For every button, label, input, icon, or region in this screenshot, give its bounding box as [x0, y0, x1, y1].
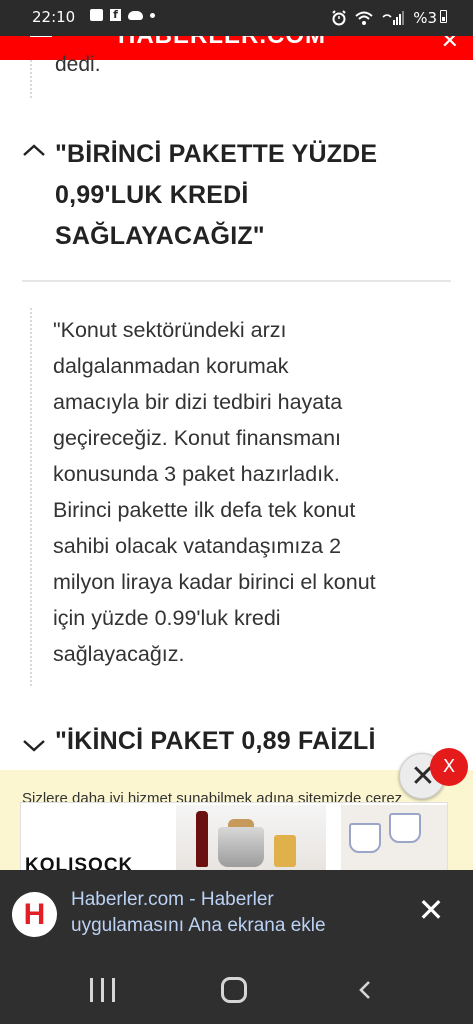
- gallery-icon: [90, 9, 103, 21]
- cloud-icon: [128, 10, 143, 20]
- ad-badge-icon: X: [442, 756, 456, 777]
- quote-bar-top: [30, 60, 32, 98]
- paragraph-line: sahibi olacak vatandaşımıza 2: [53, 534, 342, 558]
- bottle-shape: [196, 811, 208, 867]
- article-paragraph: "Konut sektöründeki arzı dalgalanmadan k…: [53, 312, 453, 672]
- app-banner-text[interactable]: Haberler.com - Haberler uygulamasını Ana…: [71, 887, 326, 939]
- site-logo[interactable]: HABERLER.COM: [118, 36, 326, 50]
- cup-shape: [349, 823, 381, 853]
- signal-icon: [382, 11, 405, 25]
- chevron-up-icon[interactable]: [22, 139, 46, 163]
- previous-paragraph-tail: dedi.: [55, 53, 101, 76]
- menu-icon[interactable]: [30, 36, 52, 37]
- paragraph-line: "Konut sektöründeki arzı: [53, 318, 287, 342]
- paragraph-line: sağlayacağız.: [53, 642, 185, 666]
- back-icon[interactable]: [355, 980, 375, 1000]
- paragraph-line: Birinci pakette ilk defa tek konut: [53, 498, 356, 522]
- paragraph-line: için yüzde 0.99'luk kredi: [53, 606, 281, 630]
- heading-line: 0,99'LUK KREDİ: [55, 181, 249, 209]
- app-banner-line-1: Haberler.com - Haberler: [71, 889, 274, 910]
- quote-bar: [30, 308, 32, 686]
- navigation-bar: [0, 956, 473, 1024]
- facebook-icon: f: [110, 9, 121, 21]
- heading-line: SAĞLAYACAĞIZ": [55, 222, 265, 250]
- app-install-banner[interactable]: H Haberler.com - Haberler uygulamasını A…: [0, 870, 473, 956]
- dot-icon: [150, 12, 155, 18]
- ad-badge[interactable]: X: [430, 748, 468, 786]
- cup-shape: [389, 813, 421, 843]
- wifi-icon: [355, 11, 373, 25]
- app-icon-letter: H: [23, 898, 46, 931]
- paragraph-line: milyon liraya kadar birinci el konut: [53, 570, 376, 594]
- battery-percent: %3: [413, 9, 437, 27]
- ad-banner[interactable]: KOLISOCK: [20, 802, 448, 870]
- notification-icons: f: [90, 9, 155, 21]
- battery-icon: [440, 10, 447, 23]
- ad-product-image[interactable]: [176, 805, 326, 870]
- status-time: 22:10: [32, 8, 76, 26]
- chevron-down-icon[interactable]: [22, 733, 46, 757]
- header-close-icon[interactable]: ✕: [441, 36, 459, 54]
- app-icon: H: [12, 892, 57, 937]
- section-heading-1[interactable]: "BİRİNCİ PAKETTE YÜZDE 0,99'LUK KREDİ SA…: [55, 134, 377, 257]
- alarm-icon: [332, 10, 346, 26]
- paragraph-line: konusunda 3 paket hazırladık.: [53, 462, 340, 486]
- heading-line: "BİRİNCİ PAKETTE YÜZDE: [55, 140, 378, 168]
- paragraph-line: geçireceğiz. Konut finansmanı: [53, 426, 342, 450]
- section-heading-2[interactable]: "İKİNCİ PAKET 0,89 FAİZLİ: [55, 721, 376, 762]
- paragraph-line: dalgalanmadan korumak: [53, 354, 289, 378]
- section-divider: [22, 280, 451, 282]
- paragraph-line: amacıyla bir dizi tedbiri hayata: [53, 390, 343, 414]
- app-banner-line-2: uygulamasını Ana ekrana ekle: [71, 915, 326, 936]
- system-icons: %3: [331, 9, 437, 27]
- recent-apps-icon[interactable]: [90, 978, 116, 1002]
- pot-shape: [218, 827, 264, 867]
- app-banner-close-button[interactable]: ✕: [416, 894, 446, 926]
- ad-cups-image[interactable]: [341, 805, 447, 870]
- jar-shape: [274, 835, 296, 867]
- home-icon[interactable]: [221, 977, 247, 1003]
- status-bar: 22:10 f %3: [0, 0, 473, 36]
- ad-brand: KOLISOCK: [25, 855, 134, 870]
